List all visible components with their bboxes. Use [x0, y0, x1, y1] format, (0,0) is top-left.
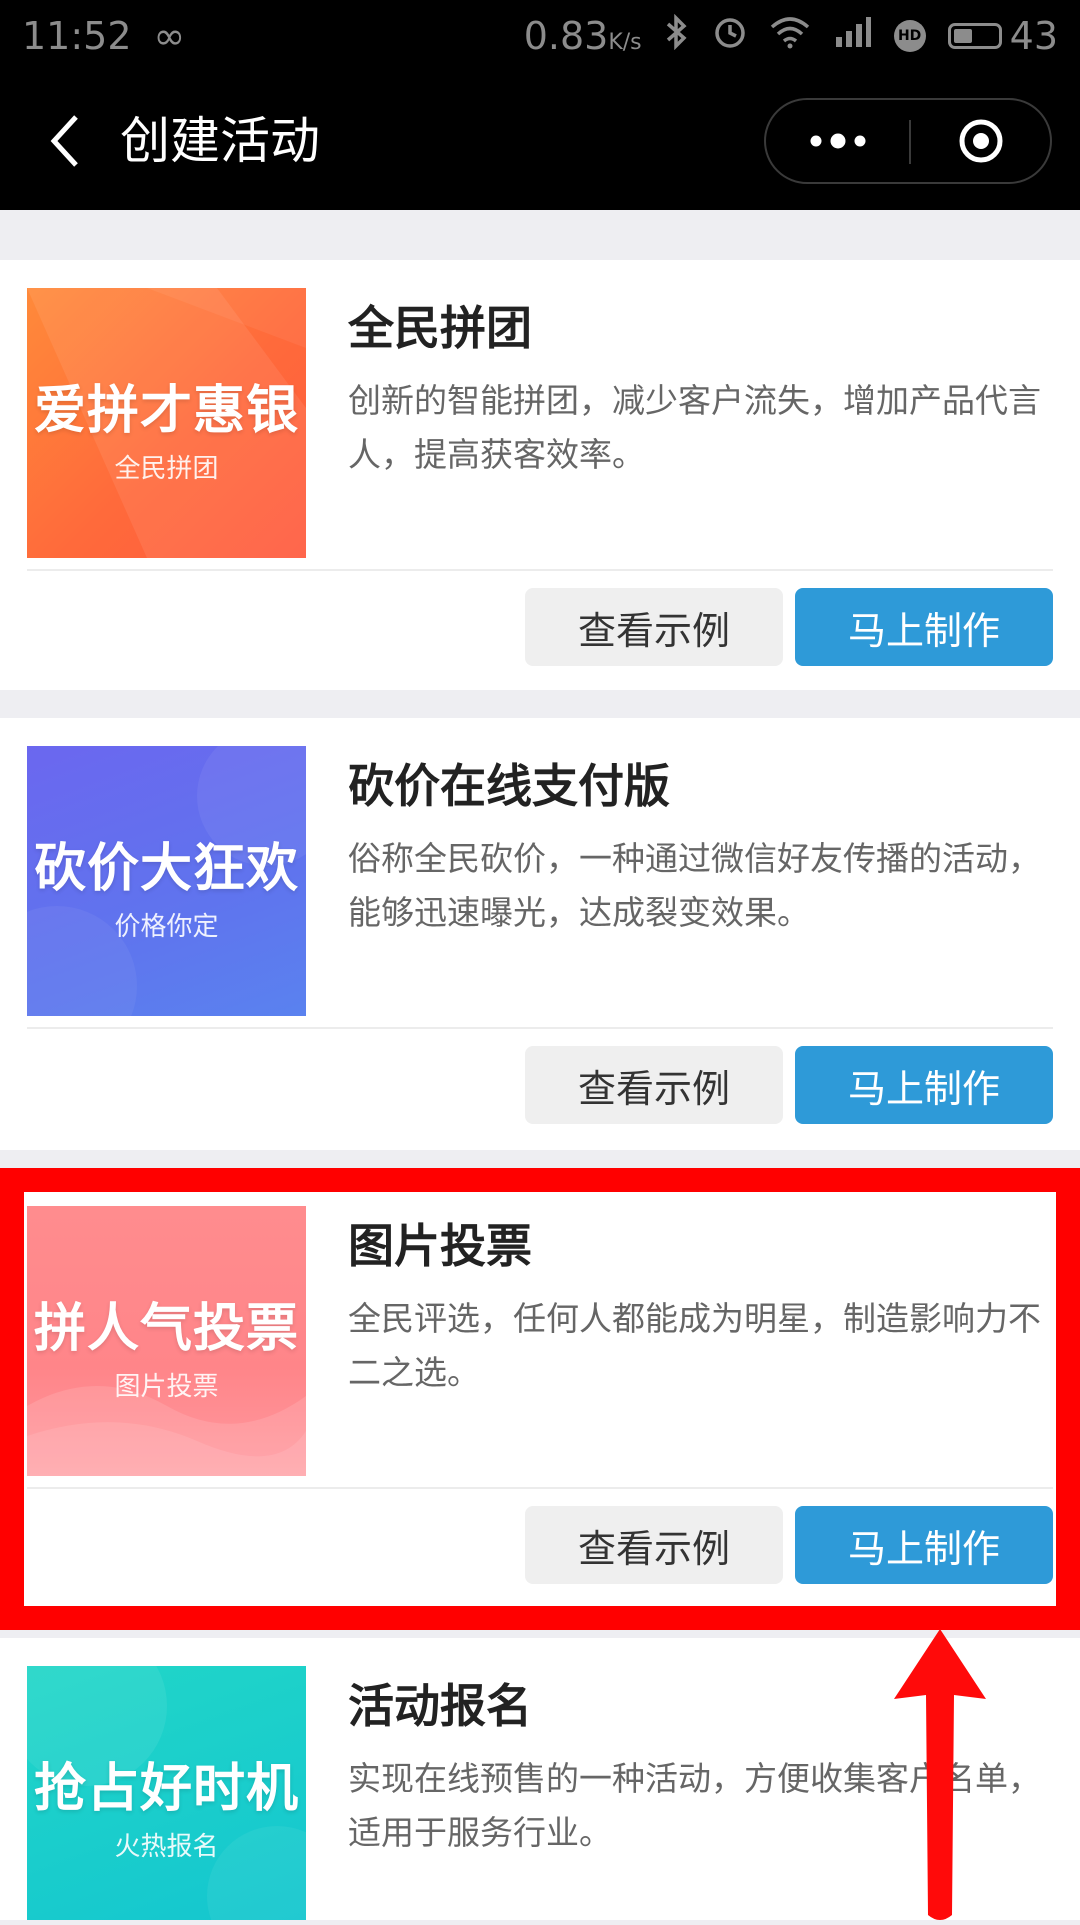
- network-speed: 0.83K/s: [524, 14, 642, 58]
- thumbnail-headline: 爱拼才惠银: [33, 381, 299, 441]
- create-now-button[interactable]: 马上制作: [795, 588, 1053, 666]
- network-speed-value: 0.83: [523, 14, 609, 58]
- activity-description: 俗称全民砍价，一种通过微信好友传播的活动，能够迅速曝光，达成裂变效果。: [348, 839, 1041, 932]
- network-speed-unit: K/s: [608, 30, 642, 55]
- bluetooth-icon: [664, 13, 690, 59]
- back-button[interactable]: [30, 102, 100, 180]
- battery-level: 43: [1009, 14, 1058, 58]
- more-dots-icon: [810, 133, 866, 149]
- close-mini-program-button[interactable]: [911, 100, 1051, 182]
- wifi-icon: [770, 15, 810, 58]
- mini-program-capsule: [764, 98, 1052, 184]
- status-bar-right: 0.83K/s HD 43: [524, 13, 1058, 59]
- chevron-left-icon: [50, 115, 78, 167]
- status-time: 11:52: [22, 14, 132, 58]
- thumbnail-headline: 砍价大狂欢: [33, 839, 299, 899]
- infinity-icon: ∞: [153, 14, 186, 58]
- activity-card: 拼人气投票 图片投票 图片投票 全民评选，任何人都能成为明星，制造影响力不二之选…: [0, 1178, 1080, 1610]
- activity-title: 砍价在线支付版: [348, 759, 670, 813]
- create-now-button[interactable]: 马上制作: [795, 1046, 1053, 1124]
- page-title: 创建活动: [120, 112, 320, 170]
- activity-thumbnail: 砍价大狂欢 价格你定: [27, 746, 306, 1016]
- view-example-button[interactable]: 查看示例: [525, 588, 783, 666]
- activity-description: 全民评选，任何人都能成为明星，制造影响力不二之选。: [348, 1299, 1041, 1392]
- battery-indicator: 43: [947, 14, 1058, 58]
- card-divider: [27, 1027, 1053, 1029]
- activity-title: 活动报名: [348, 1679, 532, 1733]
- thumbnail-subtitle: 图片投票: [114, 1372, 219, 1402]
- activity-card: 砍价大狂欢 价格你定 砍价在线支付版 俗称全民砍价，一种通过微信好友传播的活动，…: [0, 718, 1080, 1150]
- card-divider: [27, 569, 1053, 571]
- status-bar-left: 11:52 ∞: [22, 14, 185, 58]
- view-example-button[interactable]: 查看示例: [525, 1506, 783, 1584]
- target-icon: [959, 119, 1003, 163]
- activity-thumbnail: 拼人气投票 图片投票: [27, 1206, 306, 1476]
- alarm-icon: [712, 14, 748, 59]
- arrow-up-icon: [894, 1629, 986, 1920]
- thumbnail-subtitle: 价格你定: [114, 912, 219, 942]
- thumbnail-headline: 抢占好时机: [33, 1759, 299, 1819]
- thumbnail-subtitle: 火热报名: [114, 1832, 219, 1862]
- nav-bar: 创建活动: [0, 72, 1080, 210]
- activity-title: 图片投票: [348, 1219, 532, 1273]
- more-button[interactable]: [766, 100, 910, 182]
- thumbnail-subtitle: 全民拼团: [114, 454, 219, 484]
- view-example-button[interactable]: 查看示例: [525, 1046, 783, 1124]
- activity-card: 爱拼才惠银 全民拼团 全民拼团 创新的智能拼团，减少客户流失，增加产品代言人，提…: [0, 260, 1080, 690]
- thumbnail-headline: 拼人气投票: [33, 1299, 299, 1359]
- status-bar: 11:52 ∞ 0.83K/s HD 43: [0, 0, 1080, 72]
- battery-icon: [947, 23, 1002, 49]
- signal-icon: [832, 15, 872, 58]
- create-now-button[interactable]: 马上制作: [795, 1506, 1053, 1584]
- activity-description: 创新的智能拼团，减少客户流失，增加产品代言人，提高获客效率。: [348, 381, 1041, 474]
- activity-thumbnail: 爱拼才惠银 全民拼团: [27, 288, 306, 558]
- activity-title: 全民拼团: [348, 301, 532, 355]
- hd-icon: HD: [893, 20, 926, 52]
- card-divider: [27, 1487, 1053, 1489]
- activity-thumbnail: 抢占好时机 火热报名: [27, 1666, 306, 1920]
